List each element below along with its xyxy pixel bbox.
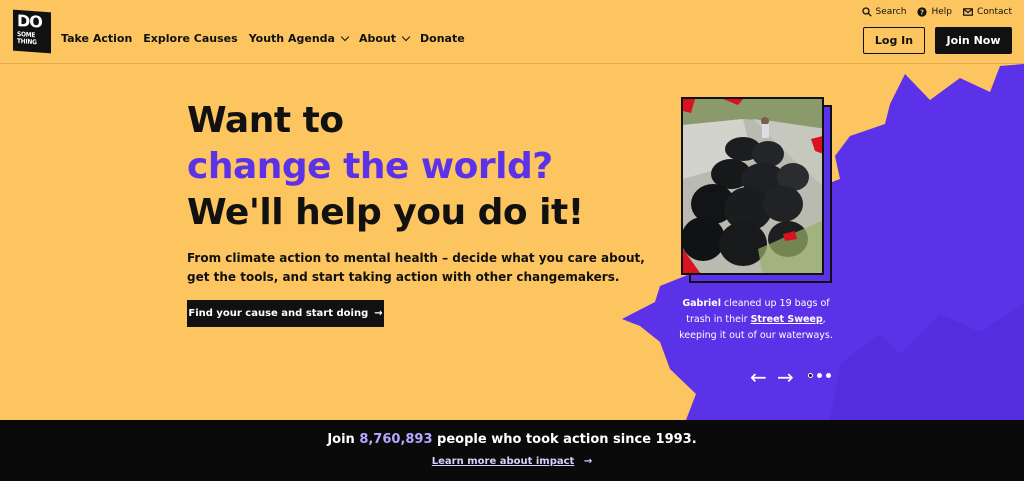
impact-count: 8,760,893 (359, 432, 433, 447)
street-sweep-link[interactable]: Street Sweep (751, 314, 823, 325)
help-label: Help (931, 7, 952, 17)
headline-line-3: We'll help you do it! (187, 192, 584, 233)
search-link[interactable]: Search (861, 7, 907, 17)
impact-statement: Join 8,760,893 people who took action si… (0, 432, 1024, 447)
story-caption: Gabriel cleaned up 19 bags of trash in t… (671, 296, 841, 344)
cta-label: Find your cause and start doing (188, 308, 369, 319)
find-cause-button[interactable]: Find your cause and start doing → (187, 300, 384, 327)
nav-take-action[interactable]: Take Action (61, 32, 132, 45)
hero-headline: Want to change the world? We'll help you… (187, 98, 584, 236)
mail-icon (963, 8, 973, 16)
login-button[interactable]: Log In (863, 27, 925, 54)
dosomething-logo[interactable]: DO SOME THING (13, 9, 51, 54)
nav-label: About (358, 32, 396, 45)
carousel-dot-1[interactable] (808, 373, 813, 378)
search-label: Search (875, 7, 907, 17)
help-link[interactable]: ? Help (917, 7, 952, 17)
impact-suffix: people who took action since 1993. (432, 432, 697, 447)
nav-donate[interactable]: Donate (420, 32, 465, 45)
carousel-prev-button[interactable]: ← (750, 365, 767, 389)
headline-line-2: change the world? (187, 146, 553, 187)
utility-links: Search ? Help Contact (861, 7, 1012, 17)
arrow-right-icon: → (374, 308, 383, 319)
story-name: Gabriel (682, 298, 721, 309)
impact-prefix: Join (327, 432, 360, 447)
nav-label: Youth Agenda (248, 32, 335, 45)
nav-label: Take Action (61, 32, 133, 45)
join-now-button[interactable]: Join Now (935, 27, 1012, 54)
nav-youth-agenda[interactable]: Youth Agenda (248, 32, 350, 45)
nav-explore-causes[interactable]: Explore Causes (143, 32, 237, 45)
learn-more-impact-link[interactable]: Learn more about impact (432, 456, 575, 467)
carousel-dot-2[interactable] (817, 373, 822, 378)
help-icon: ? (917, 7, 928, 17)
chevron-down-icon (401, 32, 411, 42)
arrow-right-icon: → (583, 456, 593, 467)
trash-bags-image (683, 99, 822, 273)
carousel-dots (808, 373, 831, 378)
headline-line-1: Want to (187, 100, 344, 141)
site-header: DO SOME THING Take Action Explore Causes … (0, 0, 1024, 64)
impact-band: Join 8,760,893 people who took action si… (0, 420, 1024, 481)
logo-text-something: SOME THING (17, 29, 37, 47)
hero-subtext: From climate action to mental health – d… (187, 251, 645, 284)
svg-text:?: ? (920, 9, 924, 17)
nav-label: Donate (420, 32, 465, 45)
main-nav: Take Action Explore Causes Youth Agenda … (61, 32, 476, 45)
story-photo (681, 97, 824, 275)
nav-about[interactable]: About (358, 32, 411, 45)
carousel-next-button[interactable]: → (777, 365, 794, 389)
carousel-dot-3[interactable] (826, 373, 831, 378)
contact-link[interactable]: Contact (963, 7, 1012, 17)
impact-link-row: Learn more about impact → (0, 456, 1024, 467)
search-icon (861, 7, 872, 17)
contact-label: Contact (976, 7, 1012, 17)
logo-text-do: DO (17, 10, 42, 32)
chevron-down-icon (340, 32, 350, 42)
nav-label: Explore Causes (143, 32, 238, 45)
